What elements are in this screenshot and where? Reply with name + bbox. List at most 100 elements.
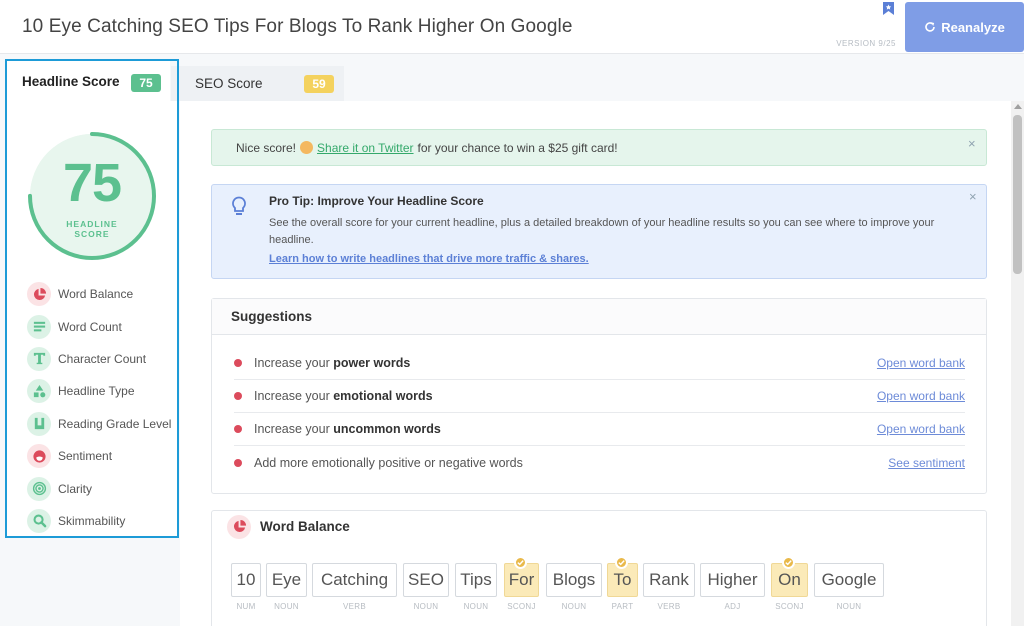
bookmark-icon[interactable] (883, 2, 894, 15)
suggestion-row: Increase your uncommon words Open word b… (234, 413, 965, 446)
caption-line-2: SCORE (74, 229, 110, 239)
suggestion-text: Increase your power words (254, 356, 411, 370)
word-chip[interactable]: SEO (403, 563, 449, 597)
metric-sentiment[interactable]: Sentiment (27, 440, 177, 472)
word-chip[interactable]: Tips (455, 563, 497, 597)
lightbulb-icon (232, 196, 246, 215)
suggestion-text: Increase your emotional words (254, 389, 433, 403)
reanalyze-button[interactable]: Reanalyze (905, 2, 1024, 52)
part-of-speech-label: VERB (343, 602, 366, 611)
share-twitter-link[interactable]: Share it on Twitter (317, 141, 414, 155)
open-word-bank-link[interactable]: Open word bank (877, 422, 965, 436)
part-of-speech-label: NOUN (463, 602, 489, 611)
metric-label: Skimmability (58, 513, 126, 528)
word-balance-title: Word Balance (260, 519, 350, 534)
open-word-bank-link[interactable]: Open word bank (877, 356, 965, 370)
pie-chart-icon (227, 514, 251, 539)
word-chip[interactable]: Blogs (546, 563, 602, 597)
tab-headline-score[interactable]: Headline Score 75 (6, 61, 170, 101)
metric-label: Reading Grade Level (58, 416, 172, 431)
nice-score-alert: Nice score! Share it on Twitter for your… (211, 129, 987, 166)
red-dot-icon (234, 425, 242, 433)
version-label: VERSION 9/25 (836, 39, 896, 48)
suggestion-row: Increase your power words Open word bank (234, 347, 965, 380)
alert-suffix: for your chance to win a $25 gift card! (417, 140, 618, 155)
headline-score-caption: HEADLINE SCORE (27, 219, 157, 239)
metric-list: Word Balance Word Count Character Count … (27, 278, 177, 537)
suggestion-text: Add more emotionally positive or negativ… (254, 455, 523, 470)
tab-seo-label: SEO Score (195, 76, 263, 91)
metric-word-count[interactable]: Word Count (27, 310, 177, 342)
metric-reading-grade-level[interactable]: Reading Grade Level (27, 408, 177, 440)
red-dot-icon (234, 458, 242, 467)
part-of-speech-label: SCONJ (775, 602, 804, 611)
suggestions-title: Suggestions (212, 299, 986, 335)
close-icon[interactable]: × (968, 136, 976, 151)
part-of-speech-label: SCONJ (507, 602, 536, 611)
suggestions-card: Suggestions Increase your power words Op… (211, 298, 987, 494)
metric-label: Word Balance (58, 287, 134, 302)
alert-prefix: Nice score! (236, 140, 297, 155)
word-chip[interactable]: Higher (700, 563, 765, 597)
red-dot-icon (234, 359, 242, 367)
metric-label: Headline Type (58, 384, 135, 399)
metric-label: Sentiment (58, 449, 113, 464)
word-chip[interactable]: Catching (312, 563, 397, 597)
party-emoji-icon (300, 141, 314, 154)
headline-score-value: 75 (62, 153, 122, 213)
metric-label: Clarity (58, 481, 93, 496)
suggestion-text: Increase your uncommon words (254, 422, 441, 436)
red-dot-icon (234, 392, 242, 400)
shapes-icon (27, 379, 51, 404)
app-header: 10 Eye Catching SEO Tips For Blogs To Ra… (0, 0, 1024, 54)
checkmark-icon (782, 556, 795, 569)
book-icon (27, 411, 51, 436)
word-chip[interactable]: Eye (266, 563, 307, 597)
refresh-icon (925, 22, 936, 32)
text-t-icon (27, 346, 51, 371)
suggestion-row: Increase your emotional words Open word … (234, 380, 965, 413)
part-of-speech-label: NOUN (836, 602, 862, 611)
part-of-speech-label: NOUN (274, 602, 299, 611)
pro-tip-alert: Pro Tip: Improve Your Headline Score See… (211, 184, 987, 279)
tab-headline-label: Headline Score (22, 73, 120, 89)
scroll-up-arrow-icon[interactable] (1014, 104, 1022, 109)
word-balance-header: Word Balance (212, 511, 986, 542)
scrollbar-thumb[interactable] (1013, 115, 1022, 274)
reanalyze-label: Reanalyze (941, 19, 1005, 35)
pro-tip-link[interactable]: Learn how to write headlines that drive … (269, 253, 589, 265)
word-chip[interactable]: 10 (231, 563, 261, 597)
pro-tip-title: Pro Tip: Improve Your Headline Score (269, 194, 484, 208)
metric-character-count[interactable]: Character Count (27, 343, 177, 375)
part-of-speech-label: NOUN (561, 602, 587, 611)
headline-score-badge: 75 (131, 74, 161, 92)
magnifier-icon (27, 508, 51, 533)
metric-headline-type[interactable]: Headline Type (27, 375, 177, 407)
seo-score-badge: 59 (304, 75, 334, 93)
checkmark-icon (615, 556, 628, 569)
metric-word-balance[interactable]: Word Balance (27, 278, 177, 310)
headline-title[interactable]: 10 Eye Catching SEO Tips For Blogs To Ra… (22, 16, 573, 38)
part-of-speech-label: NOUN (413, 602, 439, 611)
suggestion-row: Add more emotionally positive or negativ… (234, 446, 965, 479)
close-icon[interactable]: × (969, 189, 977, 204)
part-of-speech-label: VERB (657, 602, 681, 611)
word-chip[interactable]: Google (814, 563, 884, 597)
checkmark-icon (514, 556, 527, 569)
metric-clarity[interactable]: Clarity (27, 472, 177, 504)
part-of-speech-label: PART (611, 602, 634, 611)
lines-icon (27, 314, 51, 339)
metric-label: Word Count (58, 319, 122, 334)
pie-chart-icon (27, 282, 51, 307)
part-of-speech-label: ADJ (724, 602, 741, 611)
open-word-bank-link[interactable]: Open word bank (877, 389, 965, 403)
word-chip[interactable]: Rank (643, 563, 695, 597)
target-icon (27, 476, 51, 501)
caption-line-1: HEADLINE (66, 219, 118, 229)
tab-seo-score[interactable]: SEO Score 59 (171, 66, 344, 101)
metric-skimmability[interactable]: Skimmability (27, 505, 177, 537)
metric-label: Character Count (58, 351, 147, 366)
pro-tip-text: See the overall score for your current h… (269, 217, 935, 246)
see-sentiment-link[interactable]: See sentiment (888, 456, 965, 470)
part-of-speech-label: NUM (236, 602, 256, 611)
